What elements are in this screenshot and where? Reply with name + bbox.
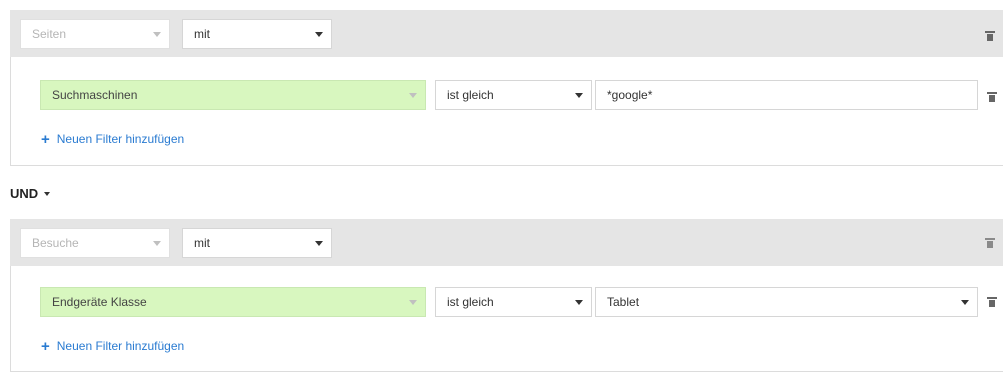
- match-select[interactable]: mit: [182, 19, 332, 49]
- match-select-value: mit: [194, 236, 210, 250]
- chevron-down-icon: [151, 20, 163, 48]
- chevron-down-icon: [573, 81, 585, 109]
- operator-select[interactable]: ist gleich: [435, 80, 592, 110]
- plus-icon: +: [41, 338, 50, 355]
- value-select[interactable]: Tablet: [595, 287, 978, 317]
- scope-select-value: Besuche: [32, 236, 79, 250]
- chevron-down-icon: [151, 229, 163, 257]
- chevron-down-icon: [407, 288, 419, 316]
- scope-select[interactable]: Seiten: [20, 19, 170, 49]
- dimension-select-value: Endgeräte Klasse: [52, 295, 147, 309]
- chevron-down-icon: [44, 191, 51, 196]
- scope-select-value: Seiten: [32, 27, 67, 41]
- operator-select-value: ist gleich: [447, 295, 494, 309]
- trash-icon[interactable]: [987, 92, 997, 102]
- chevron-down-icon: [959, 288, 971, 316]
- value-select-value: Tablet: [607, 295, 640, 309]
- add-filter-link[interactable]: + Neuen Filter hinzufügen: [41, 131, 184, 148]
- segment-2: Besuche mit Endgeräte Klasse ist gleich …: [10, 219, 1003, 374]
- plus-icon: +: [41, 131, 50, 148]
- chevron-down-icon: [313, 20, 325, 48]
- segment-1: Seiten mit Suchmaschinen ist gleich *goo…: [10, 0, 1003, 166]
- segment-header: Besuche mit: [10, 219, 1003, 266]
- chevron-down-icon: [573, 288, 585, 316]
- chevron-down-icon: [407, 81, 419, 109]
- dimension-select[interactable]: Suchmaschinen: [40, 80, 426, 110]
- chevron-down-icon: [313, 229, 325, 257]
- dimension-select-value: Suchmaschinen: [52, 88, 138, 102]
- trash-icon[interactable]: [985, 31, 995, 41]
- connector-label: UND: [10, 186, 39, 201]
- value-input-text: *google*: [607, 88, 653, 102]
- und-connector[interactable]: UND: [10, 186, 51, 201]
- operator-select[interactable]: ist gleich: [435, 287, 592, 317]
- match-select-value: mit: [194, 27, 210, 41]
- trash-icon[interactable]: [987, 297, 997, 307]
- match-select[interactable]: mit: [182, 228, 332, 258]
- add-filter-label: Neuen Filter hinzufügen: [56, 132, 185, 146]
- operator-select-value: ist gleich: [447, 88, 494, 102]
- segment-body: Suchmaschinen ist gleich *google* + Neuen…: [10, 57, 1003, 166]
- add-filter-label: Neuen Filter hinzufügen: [56, 339, 185, 353]
- scope-select[interactable]: Besuche: [20, 228, 170, 258]
- dimension-select[interactable]: Endgeräte Klasse: [40, 287, 426, 317]
- add-filter-link[interactable]: + Neuen Filter hinzufügen: [41, 338, 184, 355]
- value-input[interactable]: *google*: [595, 80, 978, 110]
- segment-header: Seiten mit: [10, 10, 1003, 57]
- segment-body: Endgeräte Klasse ist gleich Tablet + Neue…: [10, 266, 1003, 372]
- trash-icon[interactable]: [985, 238, 995, 248]
